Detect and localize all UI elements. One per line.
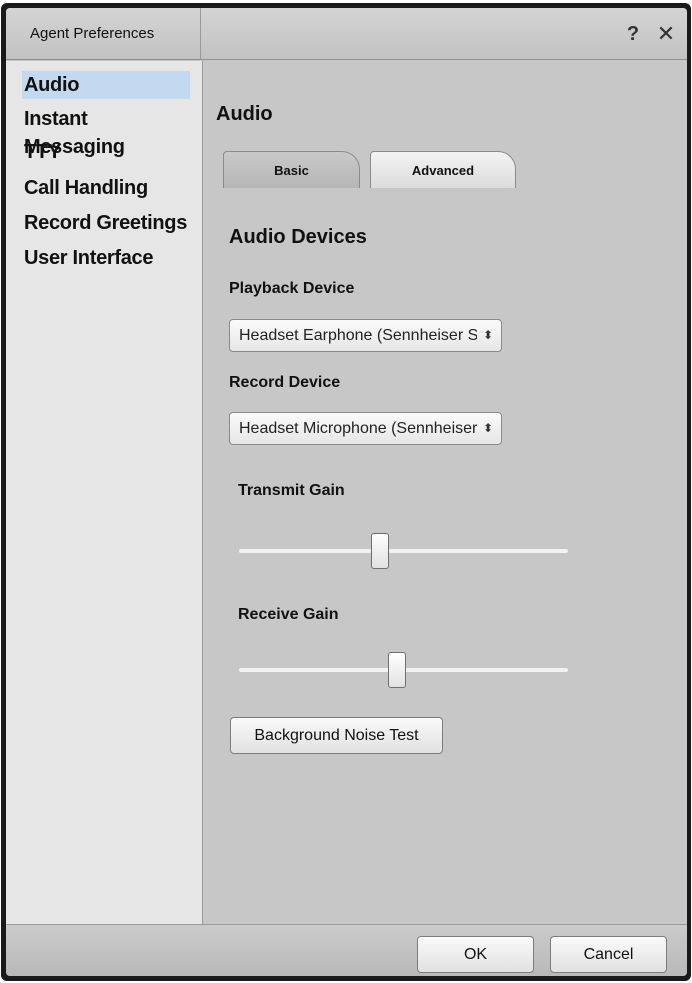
window-title: Agent Preferences [8,8,201,60]
select-arrows-icon: ⬍ [482,421,494,435]
sidebar-item-instant-messaging[interactable]: Instant Messaging [22,105,190,158]
record-device-label: Record Device [229,374,341,391]
receive-gain-label: Receive Gain [238,606,339,623]
receive-gain-slider-handle[interactable] [387,652,406,688]
record-device-value: Headset Microphone (Sennheiser [239,420,477,437]
tab-basic[interactable]: Basic [223,151,360,188]
playback-device-label: Playback Device [229,280,355,297]
sidebar-item-call-handling[interactable]: Call Handling [22,174,190,202]
help-icon[interactable]: ? [622,22,644,46]
dialog-body: Agent Preferences ? ✕ Audio Instant Mess… [6,8,687,976]
audio-devices-heading: Audio Devices [229,226,367,248]
dialog-footer: OK Cancel [6,924,687,976]
sidebar-item-audio[interactable]: Audio [22,71,190,99]
title-bar: Agent Preferences ? ✕ [6,8,687,60]
tab-advanced[interactable]: Advanced [370,151,516,188]
transmit-gain-label: Transmit Gain [238,482,345,499]
select-arrows-icon: ⬍ [482,328,494,342]
sidebar-item-tty[interactable]: TTY [22,138,190,166]
ok-button[interactable]: OK [417,936,534,973]
cancel-button[interactable]: Cancel [550,936,667,973]
transmit-gain-slider[interactable] [239,549,568,553]
transmit-gain-slider-handle[interactable] [371,533,390,569]
playback-device-value: Headset Earphone (Sennheiser SC [239,327,477,344]
audio-settings-panel: Audio Basic Advanced Audio Devices Playb… [204,61,687,924]
sidebar-item-user-interface[interactable]: User Interface [22,244,190,272]
sidebar-nav: Audio Instant Messaging TTY Call Handlin… [6,61,203,924]
playback-device-select[interactable]: Headset Earphone (Sennheiser SC ⬍ [229,319,502,352]
page-title: Audio [216,103,273,125]
background-noise-test-button[interactable]: Background Noise Test [230,717,443,754]
sidebar-item-record-greetings[interactable]: Record Greetings [22,209,190,237]
close-icon[interactable]: ✕ [654,22,678,46]
record-device-select[interactable]: Headset Microphone (Sennheiser ⬍ [229,412,502,445]
preferences-dialog: Agent Preferences ? ✕ Audio Instant Mess… [1,3,691,981]
